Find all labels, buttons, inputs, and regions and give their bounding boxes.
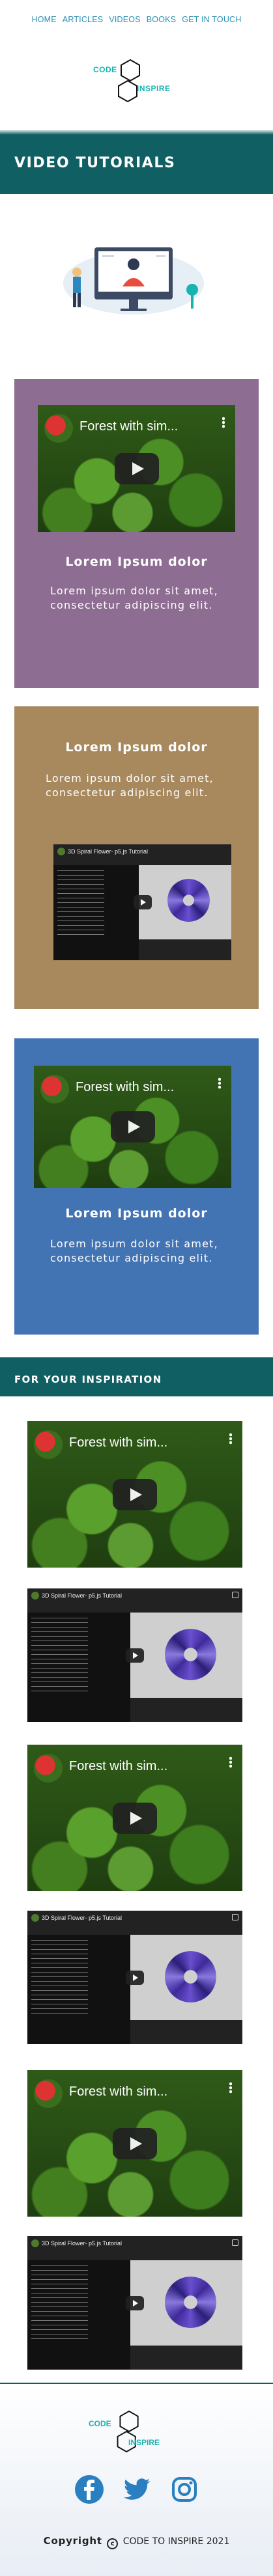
copyright-year: 2021 bbox=[206, 2536, 230, 2547]
hexagon-logo-icon bbox=[117, 2410, 139, 2453]
channel-avatar bbox=[34, 1430, 63, 1459]
card-heading: Lorem Ipsum dolor bbox=[65, 1206, 208, 1221]
site-footer: CODE INSPIRE Copyright c CODE TO INSPIRE… bbox=[0, 2383, 273, 2576]
channel-avatar bbox=[40, 1075, 69, 1103]
nav-books-link[interactable]: BOOKS bbox=[147, 15, 176, 24]
copy-link-icon[interactable] bbox=[232, 1592, 238, 1598]
card-text: Lorem ipsum dolor sit amet, consectetur … bbox=[46, 772, 214, 799]
youtube-video-player[interactable]: Forest with sim... bbox=[27, 2070, 242, 2217]
nav-videos-link[interactable]: VIDEOS bbox=[109, 15, 140, 24]
spiral-flower-graphic bbox=[165, 2276, 217, 2328]
video-title: 3D Spiral Flower- p5.js Tutorial bbox=[42, 2240, 122, 2247]
footer-logo[interactable]: CODE INSPIRE bbox=[89, 2409, 160, 2454]
copyright-icon: c bbox=[107, 2538, 119, 2549]
card-heading: Lorem Ipsum dolor bbox=[65, 740, 208, 755]
video-tutorial-illustration bbox=[63, 247, 204, 314]
video-title: 3D Spiral Flower- p5.js Tutorial bbox=[42, 1592, 122, 1599]
more-options-icon[interactable] bbox=[218, 1077, 221, 1089]
code-editor-pane bbox=[27, 1934, 131, 2044]
play-button-icon[interactable] bbox=[126, 1970, 144, 1985]
facebook-icon[interactable] bbox=[74, 2474, 105, 2505]
copyright-line: Copyright c CODE TO INSPIRE 2021 bbox=[0, 2535, 273, 2549]
tutorial-card-1: Forest with sim... Lorem Ipsum dolor Lor… bbox=[14, 379, 259, 688]
spiral-flower-graphic bbox=[167, 879, 210, 922]
twitter-icon[interactable] bbox=[121, 2474, 152, 2505]
logo-text-inspire: INSPIRE bbox=[137, 84, 171, 93]
nav-contact-link[interactable]: GET IN TOUCH bbox=[182, 15, 241, 24]
more-options-icon[interactable] bbox=[229, 2082, 232, 2094]
youtube-video-player[interactable]: Forest with sim... bbox=[38, 405, 235, 532]
video-title: 3D Spiral Flower- p5.js Tutorial bbox=[68, 848, 149, 855]
channel-avatar bbox=[31, 2239, 39, 2247]
more-options-icon[interactable] bbox=[222, 417, 225, 428]
video-title: Forest with sim... bbox=[69, 2084, 168, 2099]
copy-link-icon[interactable] bbox=[232, 2239, 238, 2246]
tutorial-card-2: Lorem Ipsum dolor Lorem ipsum dolor sit … bbox=[14, 706, 259, 1009]
code-editor-pane bbox=[53, 865, 139, 960]
play-button-icon[interactable] bbox=[113, 1478, 157, 1510]
code-editor-pane bbox=[27, 2260, 131, 2370]
channel-avatar bbox=[31, 1914, 39, 1922]
top-nav: HOME ARTICLES VIDEOS BOOKS GET IN TOUCH bbox=[0, 0, 273, 39]
play-button-icon[interactable] bbox=[110, 1111, 155, 1143]
youtube-video-player[interactable]: 3D Spiral Flower- p5.js Tutorial bbox=[27, 2236, 242, 2370]
video-title: Forest with sim... bbox=[69, 1759, 168, 1773]
video-title: Forest with sim... bbox=[76, 1080, 175, 1094]
youtube-video-player[interactable]: 3D Spiral Flower- p5.js Tutorial bbox=[53, 844, 231, 960]
tutorial-card-3: Forest with sim... Lorem Ipsum dolor Lor… bbox=[14, 1038, 259, 1335]
nav-home-link[interactable]: HOME bbox=[31, 15, 56, 24]
site-logo[interactable]: CODE INSPIRE bbox=[0, 39, 273, 117]
instagram-icon[interactable] bbox=[169, 2474, 200, 2505]
youtube-video-player[interactable]: Forest with sim... bbox=[34, 1066, 231, 1188]
more-options-icon[interactable] bbox=[229, 1433, 232, 1445]
youtube-video-player[interactable]: 3D Spiral Flower- p5.js Tutorial bbox=[27, 1911, 242, 2044]
card-heading: Lorem Ipsum dolor bbox=[65, 555, 208, 569]
video-title: 3D Spiral Flower- p5.js Tutorial bbox=[42, 1915, 122, 1921]
channel-avatar bbox=[31, 1592, 39, 1600]
copyright-label: Copyright bbox=[43, 2535, 102, 2547]
nav-articles-link[interactable]: ARTICLES bbox=[63, 15, 104, 24]
inspiration-banner: FOR YOUR INSPIRATION bbox=[0, 1357, 273, 1396]
spiral-flower-graphic bbox=[165, 1950, 217, 2002]
channel-avatar bbox=[34, 1754, 63, 1782]
play-button-icon[interactable] bbox=[114, 452, 159, 484]
code-editor-pane bbox=[27, 1612, 131, 1722]
logo-text-code: CODE bbox=[89, 2419, 111, 2428]
youtube-video-player[interactable]: Forest with sim... bbox=[27, 1745, 242, 1891]
youtube-video-player[interactable]: 3D Spiral Flower- p5.js Tutorial bbox=[27, 1588, 242, 1722]
card-text: Lorem ipsum dolor sit amet, consectetur … bbox=[50, 585, 218, 611]
hexagon-logo-icon bbox=[118, 59, 140, 103]
play-button-icon[interactable] bbox=[113, 2127, 157, 2159]
card-text: Lorem ipsum dolor sit amet, consectetur … bbox=[50, 1238, 218, 1264]
play-button-icon[interactable] bbox=[126, 2295, 144, 2310]
logo-text-inspire: INSPIRE bbox=[128, 2438, 160, 2447]
video-title: Forest with sim... bbox=[69, 1435, 168, 1450]
play-button-icon[interactable] bbox=[113, 1802, 157, 1834]
play-button-icon[interactable] bbox=[133, 895, 152, 909]
copy-link-icon[interactable] bbox=[232, 1914, 238, 1920]
channel-avatar bbox=[57, 848, 65, 855]
social-links bbox=[0, 2474, 273, 2510]
channel-avatar bbox=[34, 2079, 63, 2108]
youtube-video-player[interactable]: Forest with sim... bbox=[27, 1421, 242, 1568]
more-options-icon[interactable] bbox=[229, 1756, 232, 1768]
video-title: Forest with sim... bbox=[79, 419, 179, 434]
spiral-flower-graphic bbox=[165, 1628, 217, 1680]
channel-avatar bbox=[44, 414, 73, 443]
company-name: CODE TO INSPIRE bbox=[122, 2536, 204, 2547]
video-tutorials-banner: VIDEO TUTORIALS bbox=[0, 130, 273, 194]
play-button-icon[interactable] bbox=[126, 1648, 144, 1663]
